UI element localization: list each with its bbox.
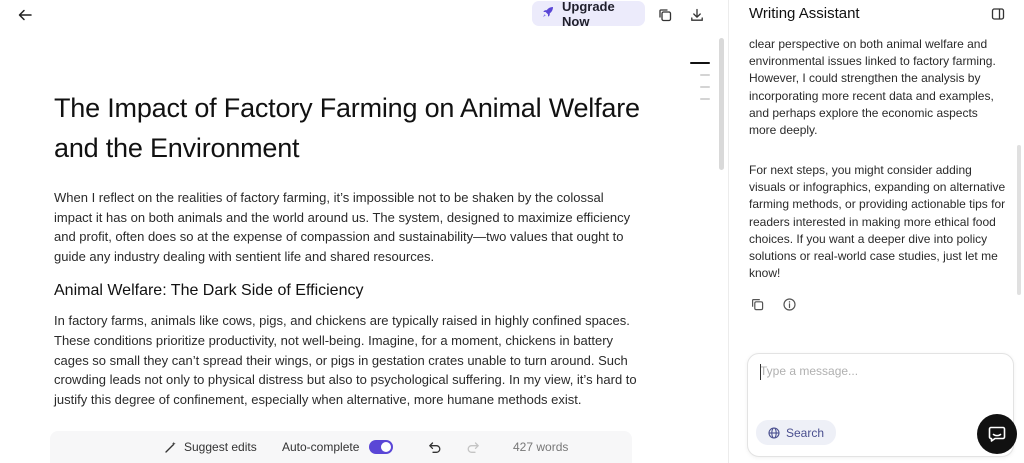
message-composer: Search [747, 353, 1014, 457]
section-paragraph[interactable]: In factory farms, animals like cows, pig… [54, 311, 644, 409]
upgrade-now-label: Upgrade Now [562, 0, 615, 29]
toggle-sidebar-icon[interactable] [988, 4, 1008, 24]
suggest-edits-button[interactable]: Suggest edits [164, 431, 257, 463]
assistant-scrollbar[interactable] [1017, 145, 1021, 295]
outline-mark[interactable] [700, 74, 710, 76]
editor-bottom-toolbar: Suggest edits Auto-complete 427 words [50, 431, 632, 463]
outline-mark-title[interactable] [690, 62, 710, 64]
document-title[interactable]: The Impact of Factory Farming on Animal … [54, 88, 644, 168]
chat-support-button[interactable] [977, 414, 1017, 454]
globe-icon [768, 426, 780, 439]
message-input[interactable] [760, 364, 1000, 404]
auto-complete-label: Auto-complete [282, 440, 360, 454]
info-icon[interactable] [781, 296, 797, 312]
intro-paragraph[interactable]: When I reflect on the realities of facto… [54, 188, 644, 266]
editor-topbar: Upgrade Now [0, 0, 728, 30]
suggest-edits-label: Suggest edits [184, 440, 257, 454]
assistant-message-paragraph: For next steps, you might consider addin… [749, 163, 1006, 281]
search-button[interactable]: Search [756, 420, 836, 445]
outline-mark[interactable] [700, 86, 710, 88]
undo-icon[interactable] [428, 431, 442, 463]
document-body[interactable]: The Impact of Factory Farming on Animal … [54, 88, 644, 409]
writing-assistant-pane: Writing Assistant clear perspective on b… [728, 0, 1024, 463]
toggle-knob [381, 442, 392, 452]
back-arrow-icon[interactable] [14, 4, 36, 26]
magic-pen-icon [164, 441, 177, 454]
message-actions [749, 296, 797, 312]
section-heading[interactable]: Animal Welfare: The Dark Side of Efficie… [54, 280, 644, 302]
outline-mark[interactable] [700, 98, 710, 100]
document-outline[interactable] [690, 62, 712, 110]
redo-icon[interactable] [466, 431, 480, 463]
rocket-icon [542, 5, 554, 23]
copy-icon[interactable] [654, 4, 676, 26]
word-count: 427 words [513, 440, 569, 454]
auto-complete-control: Auto-complete [282, 431, 394, 463]
upgrade-now-button[interactable]: Upgrade Now [532, 0, 645, 29]
download-icon[interactable] [686, 4, 708, 26]
document-scrollbar[interactable] [719, 38, 724, 170]
auto-complete-toggle[interactable] [369, 440, 394, 454]
search-label: Search [785, 425, 825, 440]
editor-pane: Upgrade Now The Impact of Factory Farmin… [0, 0, 728, 463]
chat-bubble-icon [987, 424, 1007, 444]
assistant-title: Writing Assistant [749, 5, 860, 22]
copy-message-icon[interactable] [749, 296, 765, 312]
assistant-message-paragraph: clear perspective on both animal welfare… [749, 37, 996, 138]
text-caret [760, 364, 761, 380]
